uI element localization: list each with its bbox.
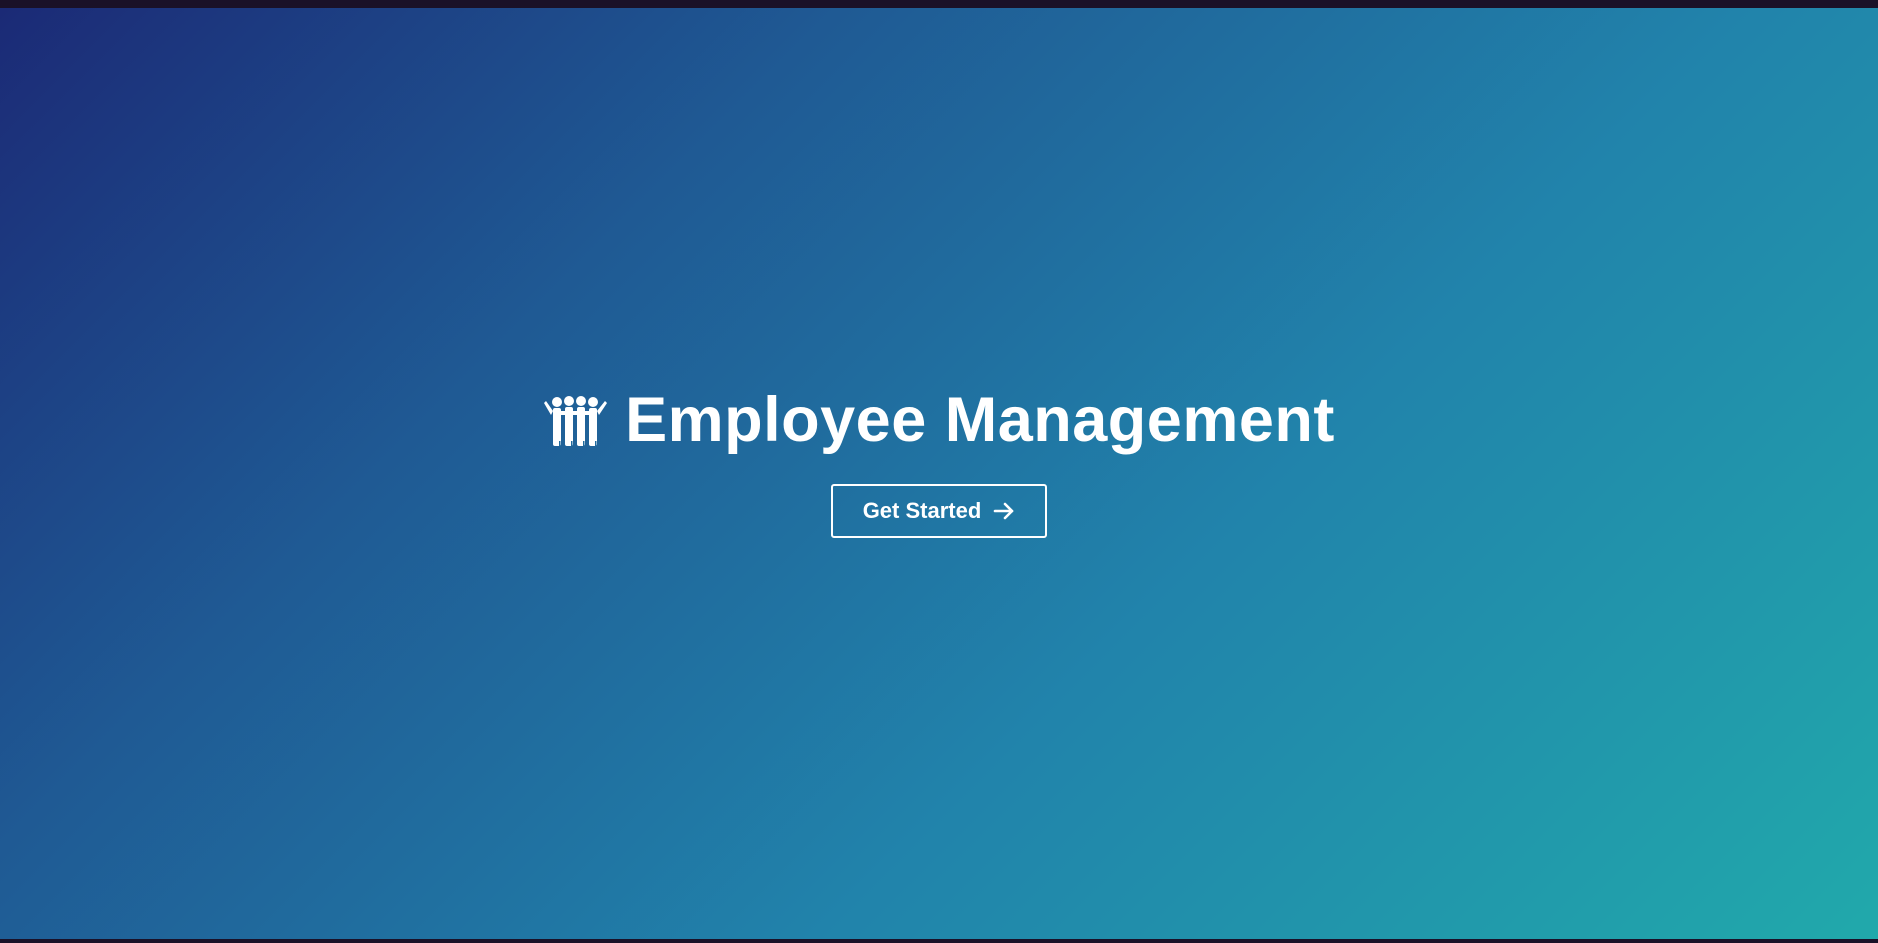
arrow-right-icon: [993, 501, 1015, 521]
get-started-button[interactable]: Get Started: [830, 484, 1048, 538]
page-title: Employee Management: [543, 389, 1335, 452]
hero-section: Employee Management Get Started: [0, 8, 1878, 939]
app-window: Employee Management Get Started: [0, 0, 1878, 943]
people-group-icon: [543, 395, 611, 447]
hero-content: Employee Management Get Started: [543, 389, 1335, 538]
get-started-label: Get Started: [862, 498, 982, 523]
page-title-text: Employee Management: [625, 385, 1335, 455]
